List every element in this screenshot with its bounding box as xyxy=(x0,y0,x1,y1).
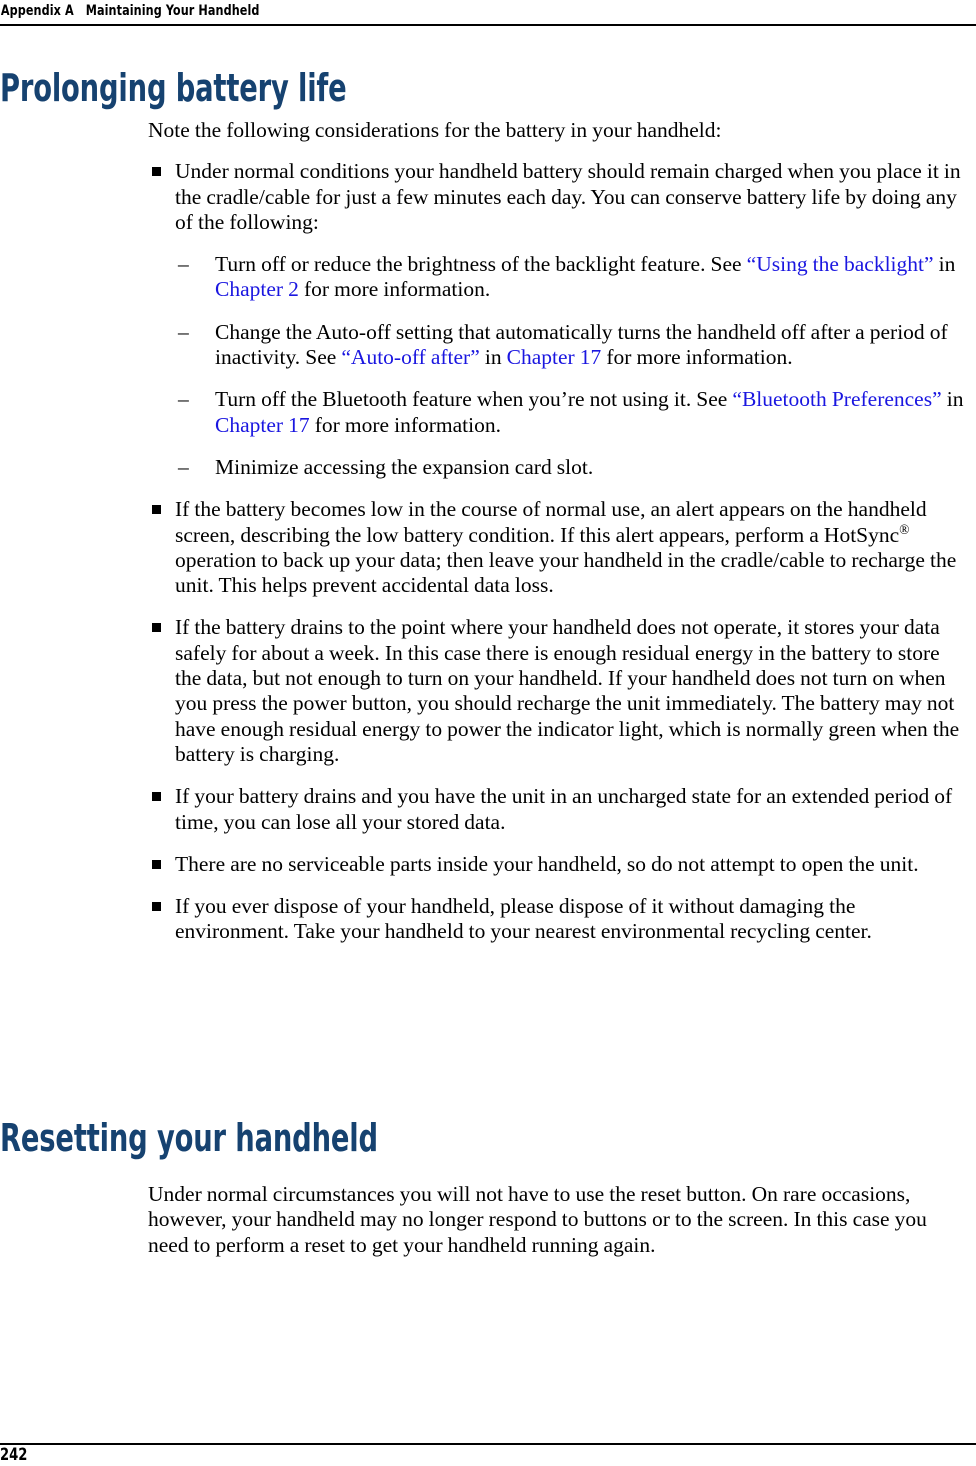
sub-list-item: – Minimize accessing the expansion card … xyxy=(148,455,970,480)
intro-paragraph: Note the following considerations for th… xyxy=(148,118,722,142)
list-item-text: Under normal conditions your handheld ba… xyxy=(175,159,961,234)
cross-reference-link[interactable]: “Using the backlight” xyxy=(747,252,934,276)
inline-text: Turn off the Bluetooth feature when you’… xyxy=(215,387,733,412)
inline-text: Turn off or reduce the brightness of the… xyxy=(215,252,747,277)
section-heading-resetting-your-handheld: Resetting your handheld xyxy=(0,1116,378,1160)
list-item-text: If the battery drains to the point where… xyxy=(175,615,960,766)
page-number: 242 xyxy=(0,1445,28,1465)
list-item: Under normal conditions your handheld ba… xyxy=(148,159,970,235)
dash-marker-icon: – xyxy=(178,252,189,277)
inline-text: Minimize accessing the expansion card sl… xyxy=(215,454,594,479)
cross-reference-link[interactable]: “Auto-off after” xyxy=(341,345,479,369)
section-body-prolonging: Note the following considerations for th… xyxy=(148,118,970,945)
sub-list-item: – Turn off the Bluetooth feature when yo… xyxy=(148,387,970,438)
section-heading-prolonging-battery-life: Prolonging battery life xyxy=(0,66,347,110)
sub-list-item-text: Minimize accessing the expansion card sl… xyxy=(215,455,593,479)
inline-text: for more information. xyxy=(601,345,793,370)
list-item-text: There are no serviceable parts inside yo… xyxy=(175,851,919,876)
list-item-text: If your battery drains and you have the … xyxy=(175,784,953,834)
inline-text: in xyxy=(933,252,956,277)
running-header: Appendix A Maintaining Your Handheld xyxy=(0,0,976,26)
sub-list-item-text: Change the Auto-off setting that automat… xyxy=(215,320,948,369)
list-item: If your battery drains and you have the … xyxy=(148,784,970,835)
sub-list-item: – Turn off or reduce the brightness of t… xyxy=(148,252,970,303)
cross-reference-link[interactable]: Chapter 17 xyxy=(215,413,310,437)
list-item-text-after-trademark: operation to back up your data; then lea… xyxy=(175,547,957,598)
bullet-square-icon xyxy=(152,859,161,869)
bullet-square-icon xyxy=(152,902,161,912)
bullet-square-icon xyxy=(152,505,161,515)
list-item: If the battery drains to the point where… xyxy=(148,615,970,767)
dash-marker-icon: – xyxy=(178,387,189,412)
list-item-text-before-trademark: If the battery becomes low in the course… xyxy=(175,497,927,547)
list-item: If the battery becomes low in the course… xyxy=(148,497,970,598)
cross-reference-link[interactable]: Chapter 17 xyxy=(507,345,602,369)
sub-list-item-text: Turn off or reduce the brightness of the… xyxy=(215,252,955,301)
sub-list-item-text: Turn off the Bluetooth feature when you’… xyxy=(215,387,963,436)
cross-reference-link[interactable]: Chapter 2 xyxy=(215,277,299,301)
section-body-resetting: Under normal circumstances you will not … xyxy=(148,1182,970,1258)
running-header-text: Appendix A Maintaining Your Handheld xyxy=(0,3,260,19)
inline-text: in xyxy=(479,345,507,370)
footer-rule xyxy=(0,1443,976,1445)
list-item-text: If the battery becomes low in the course… xyxy=(175,497,956,597)
list-item: If you ever dispose of your handheld, pl… xyxy=(148,894,970,945)
bullet-square-icon xyxy=(152,623,161,633)
registered-trademark-symbol: ® xyxy=(899,521,910,537)
inline-text: for more information. xyxy=(309,412,501,437)
inline-text: for more information. xyxy=(298,277,491,302)
dash-marker-icon: – xyxy=(178,454,189,479)
inline-text: in xyxy=(941,387,964,412)
list-item-text: If you ever dispose of your handheld, pl… xyxy=(175,894,872,944)
bullet-square-icon xyxy=(152,167,161,177)
cross-reference-link[interactable]: “Bluetooth Preferences” xyxy=(732,387,941,411)
header-rule xyxy=(0,24,976,26)
intro-paragraph-resetting: Under normal circumstances you will not … xyxy=(148,1182,927,1257)
document-page: Appendix A Maintaining Your Handheld Pro… xyxy=(0,0,976,1466)
list-item: There are no serviceable parts inside yo… xyxy=(148,852,970,877)
sub-list-item: – Change the Auto-off setting that autom… xyxy=(148,320,970,371)
dash-marker-icon: – xyxy=(178,319,189,344)
bullet-square-icon xyxy=(152,792,161,802)
